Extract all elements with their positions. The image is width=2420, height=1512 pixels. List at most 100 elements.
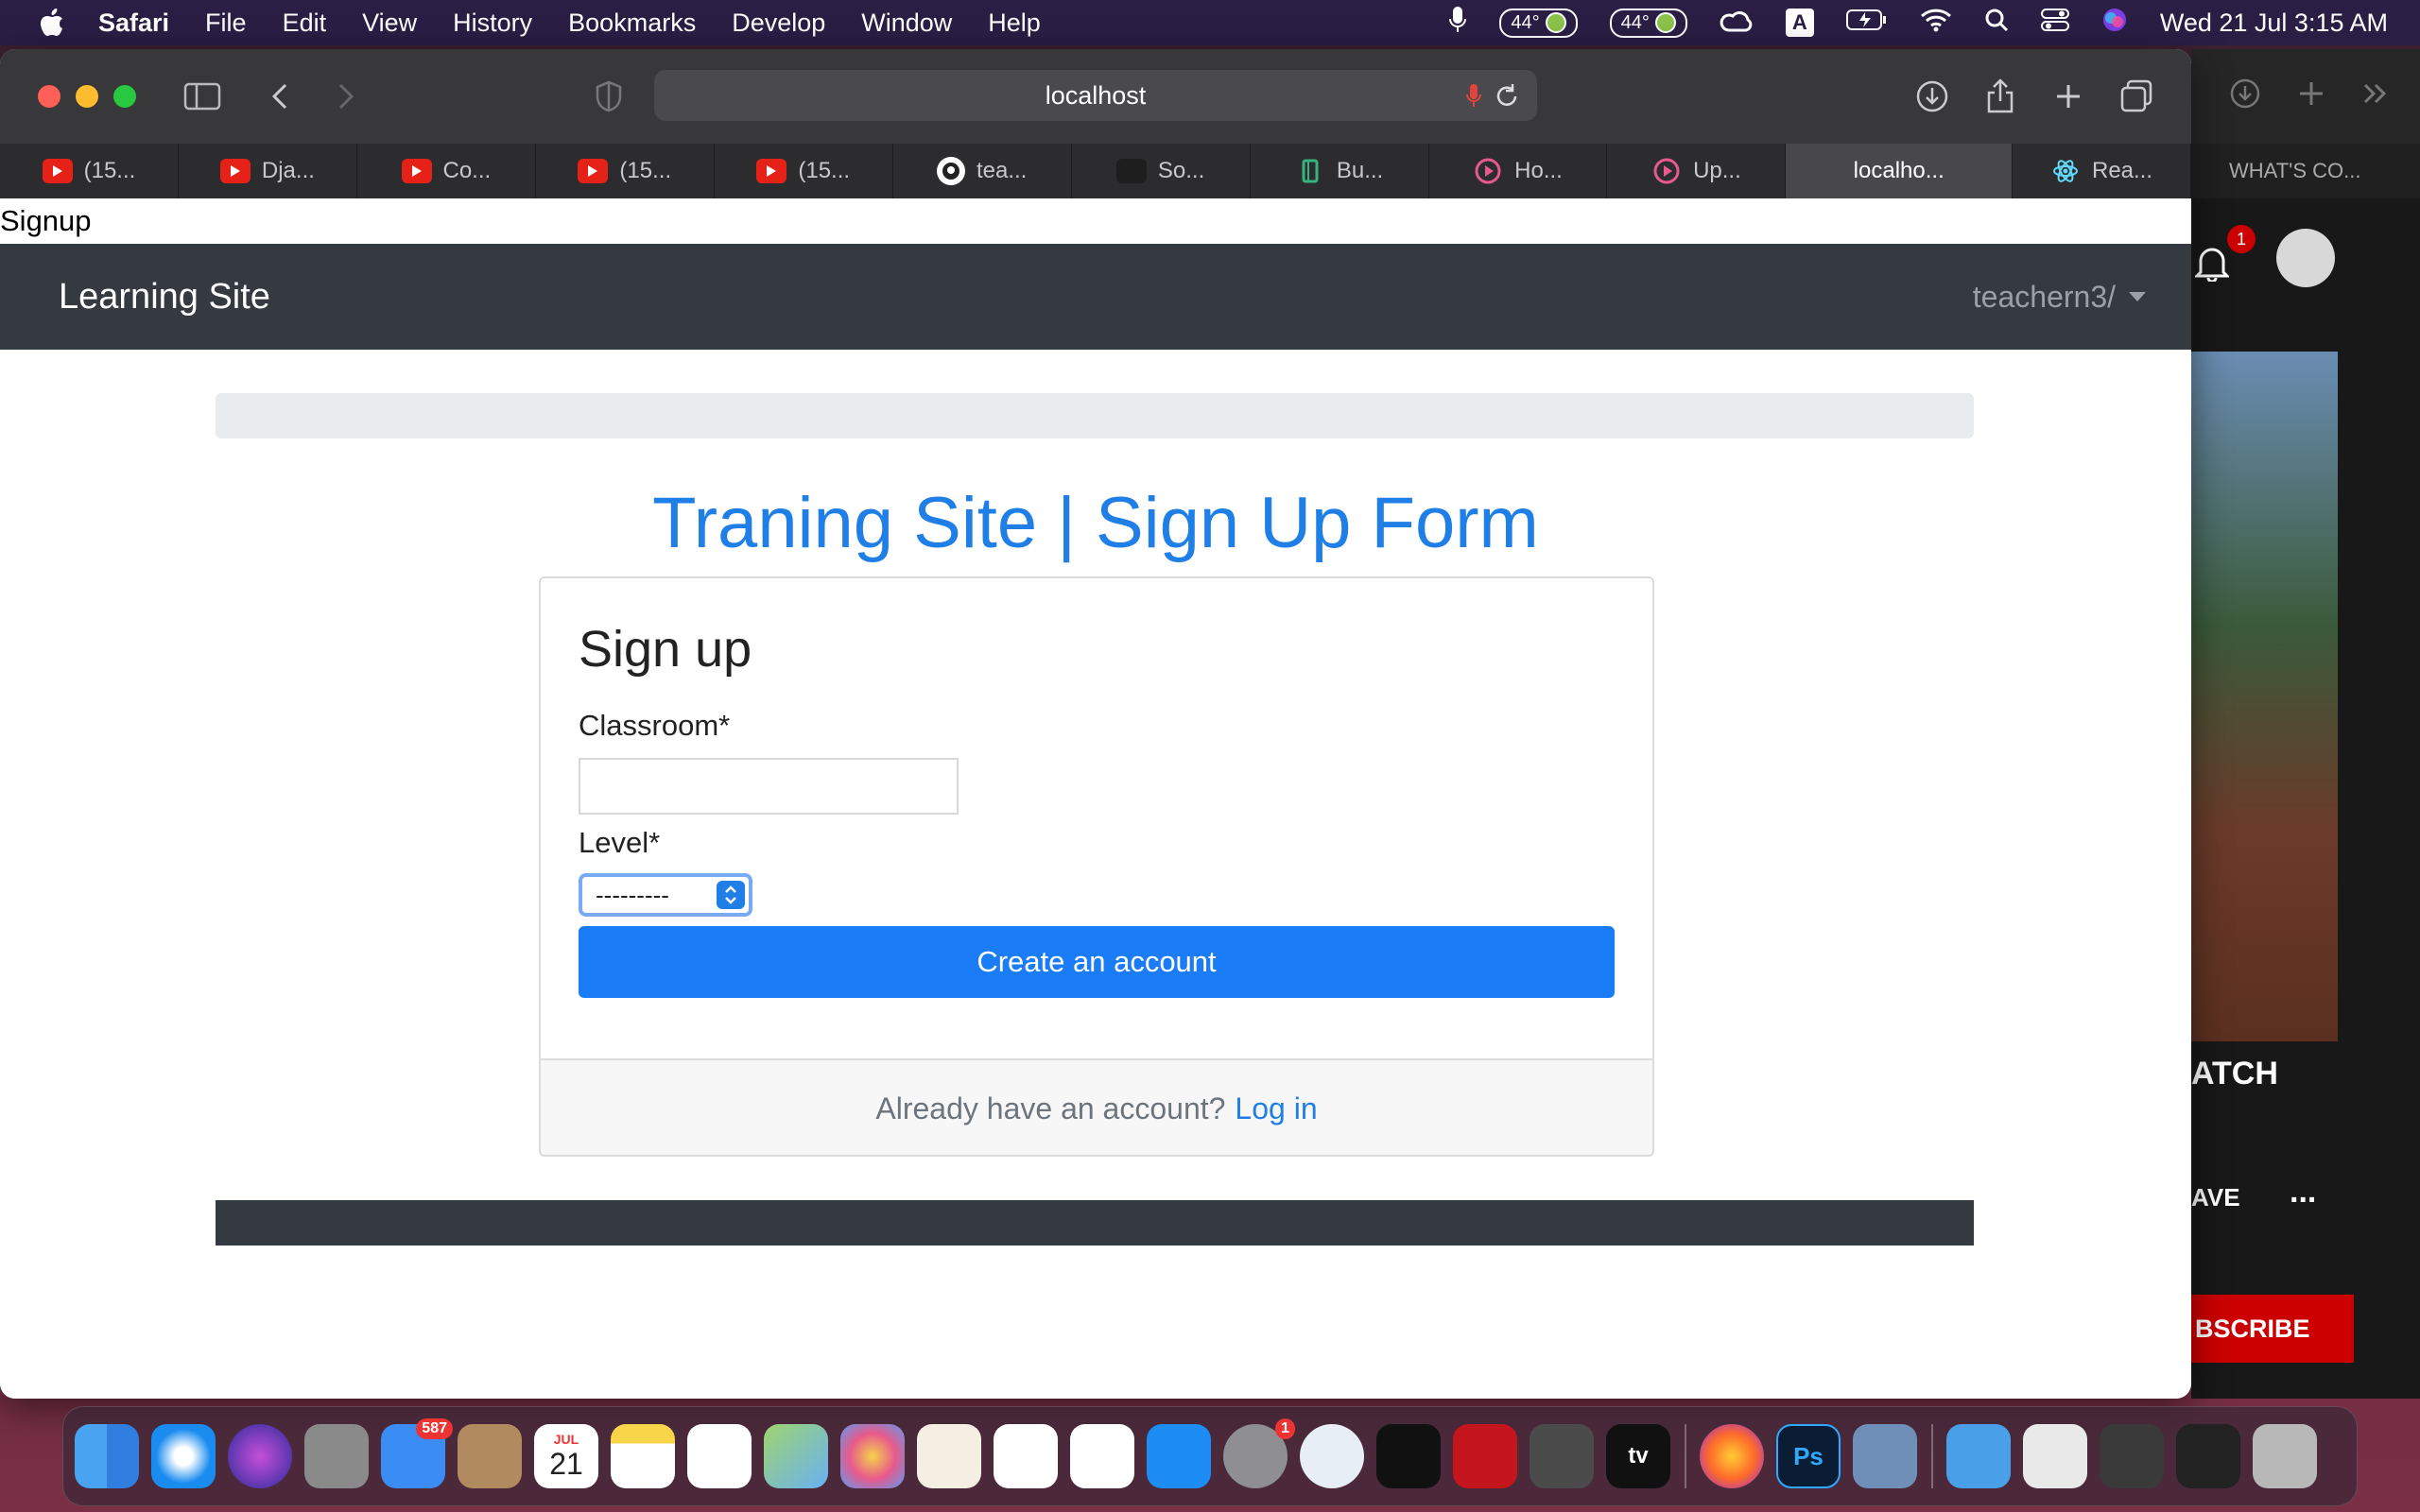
navbar-brand[interactable]: Learning Site (59, 277, 270, 318)
mail-icon[interactable]: 587 (381, 1418, 453, 1488)
close-window-button[interactable] (38, 85, 60, 108)
contacts-icon[interactable] (458, 1424, 522, 1488)
recording-microphone-icon[interactable] (1465, 83, 1482, 116)
siri-icon[interactable] (2101, 7, 2128, 40)
reload-icon[interactable] (1494, 81, 1520, 116)
menu-file[interactable]: File (205, 9, 247, 38)
avatar[interactable] (2276, 229, 2335, 287)
menu-view[interactable]: View (362, 9, 417, 38)
photos-icon[interactable] (840, 1424, 905, 1488)
numbers-icon[interactable] (994, 1424, 1058, 1488)
background-youtube-window[interactable]: WHAT'S CO... 1 ATCH AVE ... BSCRIBE (2191, 49, 2420, 1399)
trash-icon[interactable] (2253, 1424, 2317, 1488)
user-dropdown[interactable]: teachern3/ (1973, 280, 2146, 315)
calendar-icon[interactable]: JUL 21 (534, 1424, 598, 1488)
tab-4[interactable]: (15... (536, 144, 715, 198)
subscribe-button[interactable]: BSCRIBE (2191, 1295, 2354, 1363)
preview-icon[interactable] (1853, 1424, 1917, 1488)
tab-active-localhost[interactable]: localho... (1786, 144, 2014, 198)
tab-7[interactable]: So... (1072, 144, 1251, 198)
window-thumbnail-3[interactable] (2176, 1424, 2240, 1488)
notification-bell-icon[interactable] (2193, 244, 2231, 286)
url-text: localhost (1045, 80, 1147, 110)
battery-icon[interactable] (1845, 9, 1888, 38)
photoshop-icon[interactable]: Ps (1776, 1424, 1841, 1488)
tab-12[interactable]: Rea... (2013, 144, 2191, 198)
menu-app-safari[interactable]: Safari (98, 9, 169, 38)
tab-overview-icon[interactable] (2116, 76, 2157, 117)
notes-icon[interactable] (611, 1424, 675, 1488)
back-arrow-icon[interactable] (259, 76, 301, 117)
share-icon[interactable] (1979, 76, 2021, 117)
tab-3[interactable]: Co... (357, 144, 536, 198)
more-tabs-icon[interactable] (2361, 81, 2388, 111)
tab-2[interactable]: Dja... (179, 144, 357, 198)
tab-9[interactable]: Ho... (1429, 144, 1608, 198)
reminders-icon[interactable] (687, 1424, 752, 1488)
window-thumbnail-2[interactable] (2100, 1424, 2164, 1488)
pages-icon[interactable] (917, 1424, 981, 1488)
book-icon (1295, 159, 1325, 183)
new-tab-icon[interactable] (2297, 79, 2325, 112)
tab-10[interactable]: Up... (1607, 144, 1787, 198)
create-account-button[interactable]: Create an account (579, 926, 1615, 998)
input-source-icon[interactable]: A (1785, 9, 1814, 37)
network-utility-icon[interactable] (1300, 1424, 1364, 1488)
launchpad-icon[interactable] (304, 1424, 369, 1488)
sublime-text-icon[interactable] (1530, 1424, 1594, 1488)
save-button[interactable]: AVE (2191, 1183, 2240, 1212)
forward-arrow-icon[interactable] (325, 76, 367, 117)
login-link[interactable]: Log in (1235, 1091, 1317, 1126)
youtube-icon (42, 159, 73, 183)
download-icon[interactable] (2229, 77, 2261, 114)
tab-1[interactable]: (15... (0, 144, 179, 198)
menu-edit[interactable]: Edit (283, 9, 327, 38)
control-center-icon[interactable] (2040, 8, 2069, 39)
level-select[interactable]: --------- (579, 873, 752, 917)
app-store-icon[interactable] (1147, 1424, 1211, 1488)
safari-icon[interactable] (151, 1424, 216, 1488)
creative-cloud-icon[interactable] (1720, 8, 1754, 39)
finder-icon[interactable] (75, 1424, 139, 1488)
tab-8[interactable]: Bu... (1251, 144, 1429, 198)
classroom-input[interactable] (579, 758, 959, 815)
spotlight-search-icon[interactable] (1984, 8, 2009, 39)
menu-develop[interactable]: Develop (732, 9, 825, 38)
sidebar-toggle-icon[interactable] (182, 76, 223, 117)
background-window-tab[interactable]: WHAT'S CO... (2191, 144, 2420, 198)
temperature-widget-2[interactable]: 44° (1609, 8, 1687, 38)
maps-icon[interactable] (764, 1424, 828, 1488)
more-options-icon[interactable]: ... (2290, 1174, 2316, 1211)
clock-datetime[interactable]: Wed 21 Jul 3:15 AM (2160, 9, 2388, 38)
system-preferences-icon[interactable]: 1 (1223, 1418, 1295, 1488)
address-bar[interactable]: localhost (654, 70, 1537, 121)
menu-history[interactable]: History (453, 9, 532, 38)
microphone-icon[interactable] (1448, 6, 1467, 41)
acrobat-icon[interactable] (1453, 1424, 1517, 1488)
downloads-icon[interactable] (1911, 76, 1953, 117)
downloads-folder-icon[interactable] (1946, 1424, 2011, 1488)
apple-tv-icon[interactable]: tv (1606, 1424, 1670, 1488)
menu-help[interactable]: Help (988, 9, 1041, 38)
keynote-icon[interactable] (1070, 1424, 1134, 1488)
window-thumbnail-1[interactable] (2023, 1424, 2087, 1488)
temperature-widget-1[interactable]: 44° (1499, 8, 1578, 38)
breadcrumb (216, 393, 1974, 438)
new-tab-plus-icon[interactable] (2048, 76, 2089, 117)
video-thumbnail[interactable] (2191, 352, 2338, 1041)
dock: 587 JUL 21 1 tv Ps (62, 1406, 2358, 1506)
menu-window[interactable]: Window (861, 9, 952, 38)
tab-5[interactable]: (15... (715, 144, 893, 198)
tab-6[interactable]: tea... (893, 144, 1072, 198)
privacy-shield-icon[interactable] (588, 76, 630, 117)
zoom-window-button[interactable] (113, 85, 136, 108)
menu-bookmarks[interactable]: Bookmarks (568, 9, 696, 38)
firefox-icon[interactable] (1700, 1424, 1764, 1488)
wifi-icon[interactable] (1920, 8, 1952, 39)
play-icon (1473, 158, 1503, 184)
tab-label: Ho... (1514, 158, 1563, 183)
apple-menu-icon[interactable] (38, 9, 66, 37)
terminal-icon[interactable] (1376, 1424, 1441, 1488)
minimize-window-button[interactable] (76, 85, 98, 108)
siri-app-icon[interactable] (228, 1424, 292, 1488)
